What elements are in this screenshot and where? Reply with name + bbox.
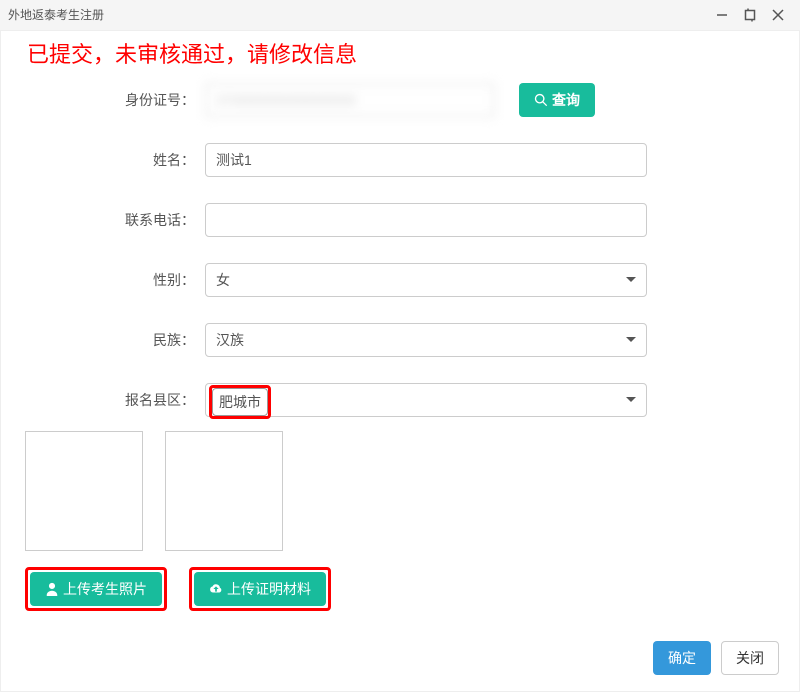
county-select[interactable] xyxy=(205,383,647,417)
row-id: 身份证号： 查询 xyxy=(9,83,791,117)
maximize-icon xyxy=(743,8,757,22)
label-phone: 联系电话： xyxy=(9,210,205,230)
query-button[interactable]: 查询 xyxy=(519,83,595,117)
label-ethnic: 民族： xyxy=(9,330,205,350)
upload-row: 上传考生照片 上传证明材料 xyxy=(9,551,791,611)
minimize-button[interactable] xyxy=(708,1,736,29)
upload-photo-button[interactable]: 上传考生照片 xyxy=(30,572,162,606)
photo-row xyxy=(9,427,791,551)
search-icon xyxy=(534,93,548,107)
name-input[interactable] xyxy=(205,143,647,177)
label-name: 姓名： xyxy=(9,150,205,170)
material-preview xyxy=(165,431,283,551)
close-button[interactable]: 关闭 xyxy=(721,641,779,675)
row-name: 姓名： xyxy=(9,143,791,177)
footer: 确定 关闭 xyxy=(9,611,791,681)
upload-photo-label: 上传考生照片 xyxy=(63,579,147,599)
upload-material-button[interactable]: 上传证明材料 xyxy=(194,572,326,606)
gender-select[interactable]: 女 xyxy=(205,263,647,297)
phone-input[interactable] xyxy=(205,203,647,237)
row-phone: 联系电话： xyxy=(9,203,791,237)
label-id: 身份证号： xyxy=(9,90,205,110)
label-gender: 性别： xyxy=(9,270,205,290)
ok-button[interactable]: 确定 xyxy=(653,641,711,675)
row-ethnic: 民族： 汉族 xyxy=(9,323,791,357)
maximize-button[interactable] xyxy=(736,1,764,29)
county-highlight: 肥城市 xyxy=(209,385,271,419)
query-button-label: 查询 xyxy=(552,90,580,110)
minimize-icon xyxy=(715,8,729,22)
label-county: 报名县区： xyxy=(9,390,205,410)
county-value: 肥城市 xyxy=(212,388,268,416)
user-icon xyxy=(45,582,59,596)
photo-preview xyxy=(25,431,143,551)
window-title: 外地返泰考生注册 xyxy=(8,6,104,23)
id-input[interactable] xyxy=(205,83,495,117)
close-window-button[interactable] xyxy=(764,1,792,29)
content: 已提交，未审核通过，请修改信息 身份证号： 查询 姓名： 联系电话： 性别： 女 xyxy=(0,30,800,692)
ethnic-select[interactable]: 汉族 xyxy=(205,323,647,357)
row-gender: 性别： 女 xyxy=(9,263,791,297)
close-icon xyxy=(771,8,785,22)
status-message: 已提交，未审核通过，请修改信息 xyxy=(9,31,791,73)
upload-material-label: 上传证明材料 xyxy=(227,579,311,599)
cloud-upload-icon xyxy=(209,582,223,596)
titlebar: 外地返泰考生注册 xyxy=(0,0,800,30)
row-county: 报名县区： 肥城市 xyxy=(9,383,791,417)
